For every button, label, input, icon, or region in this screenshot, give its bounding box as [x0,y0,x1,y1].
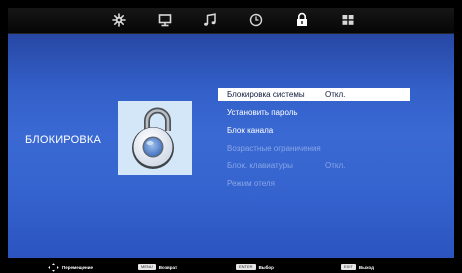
enter-key-badge: ENTER [236,264,256,270]
clock-icon[interactable] [247,11,265,29]
hint-label: Выход [358,264,374,270]
monitor-icon[interactable] [156,11,174,29]
menu-item-label: Установить пароль [227,108,298,117]
menu-item-parental-rating: Возрастные ограничения [218,142,410,155]
menu-item-value: Откл. [325,161,346,170]
menu-item-label: Возрастные ограничения [227,144,321,153]
hint-back: MENU Возврат [138,263,177,271]
menu-item-label: Блокировка системы [227,90,305,99]
hint-select: ENTER Выбор [236,263,274,271]
menu-item-set-password[interactable]: Установить пароль [218,106,410,119]
hint-label: Возврат [158,264,178,270]
menu-item-system-lock[interactable]: Блокировка системы Откл. [218,88,410,101]
menu-item-label: Блок. клавиатуры [227,161,293,170]
hint-navigate: Перемещение [48,262,94,272]
menu-item-channel-block[interactable]: Блок канала [218,124,410,137]
menu-item-keypad-lock: Блок. клавиатуры Откл. [218,159,410,172]
lock-icon[interactable] [293,11,311,29]
menu-key-badge: MENU [138,264,156,270]
menu-item-label: Режим отеля [227,179,275,188]
hint-exit: EXIT Выход [341,263,374,271]
menu-item-value: Откл. [325,90,346,99]
exit-key-badge: EXIT [341,264,356,270]
padlock-icon [118,101,192,175]
grid-icon[interactable] [339,11,357,29]
menu-item-label: Блок канала [227,126,274,135]
music-note-icon[interactable] [201,11,219,29]
dpad-icon [48,262,59,272]
settings-gear-icon[interactable] [110,11,128,29]
menu-item-hotel-mode: Режим отеля [218,177,410,190]
hint-label: Выбор [258,264,274,270]
hint-label: Перемещение [62,264,94,270]
tv-menu-screen: БЛОКИРОВКА Блокировка системы Откл. Уста… [0,0,462,273]
section-title: БЛОКИРОВКА [25,134,102,146]
category-tab-bar [8,8,454,34]
key-hint-bar: Перемещение MENU Возврат ENTER Выбор EXI… [0,260,462,273]
